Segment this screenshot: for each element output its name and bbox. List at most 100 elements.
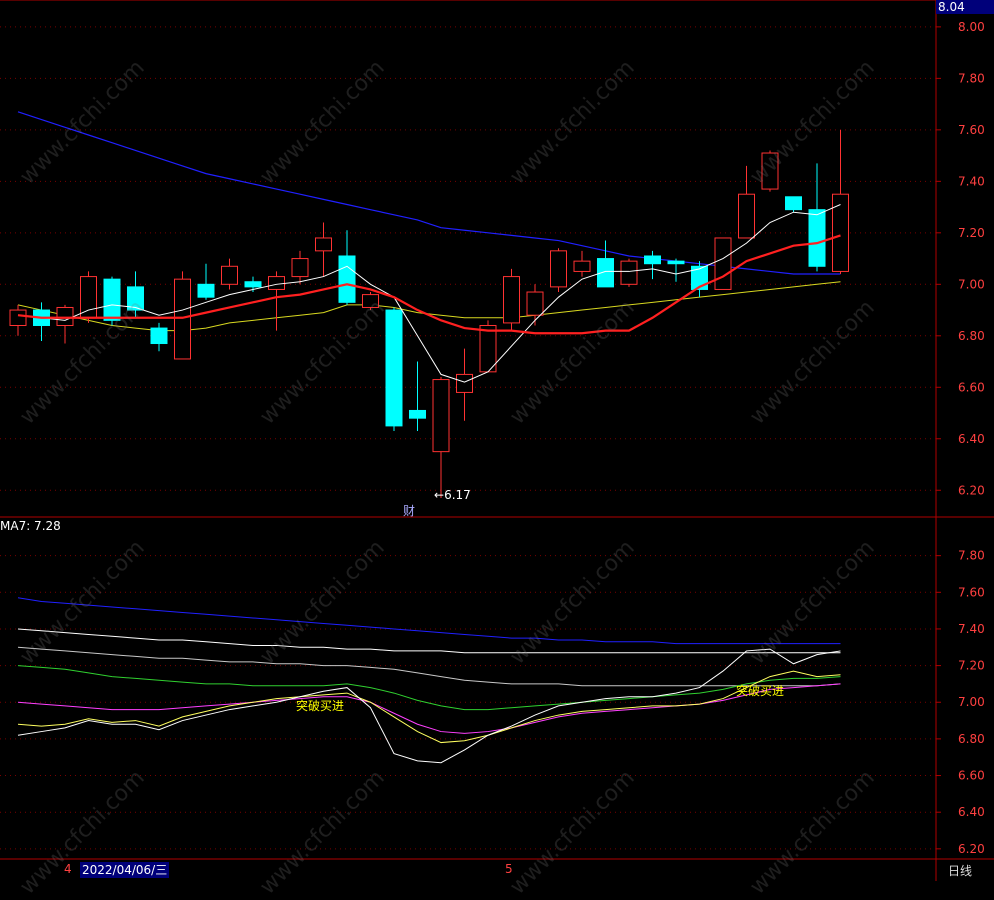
candle-up — [174, 271, 191, 360]
candle-up — [56, 304, 74, 344]
candle-body — [221, 265, 238, 285]
candle-down — [150, 322, 168, 352]
indicator-tick-label: 7.80 — [958, 549, 985, 563]
candle-up — [550, 248, 567, 293]
ma7-readout: MA7: 7.28 — [0, 519, 61, 533]
candle-body — [667, 260, 685, 265]
candle-down — [667, 258, 685, 282]
candle-body — [80, 276, 97, 319]
candle-body — [409, 409, 426, 419]
candle-body — [785, 196, 802, 211]
main-tick-label: 8.00 — [958, 20, 985, 34]
main-tick-label: 6.20 — [958, 483, 985, 497]
candle-down — [385, 307, 403, 432]
main-tick-label: 7.40 — [958, 174, 985, 188]
month-label-may: 5 — [505, 862, 513, 876]
main-tick-label: 6.60 — [958, 380, 985, 394]
cursor-date-label: 2022/04/06/三 — [80, 862, 170, 878]
low-price-value: 6.17 — [444, 488, 471, 502]
candle-up — [738, 165, 755, 239]
candle-up — [291, 250, 309, 285]
low-price-annotation: ←6.17 — [434, 488, 471, 502]
candle-body — [644, 255, 661, 265]
financial-event-marker[interactable]: 财 — [403, 502, 415, 519]
main-tick-label: 7.00 — [958, 277, 985, 291]
stock-chart[interactable]: 8.00 7.80 7.60 7.40 7.20 7.00 6.80 6.60 6.40 6.20… — [0, 0, 994, 881]
candle-body — [573, 260, 591, 272]
candle-body — [291, 258, 309, 278]
candle-body — [620, 260, 638, 285]
candle-body — [150, 327, 168, 345]
candle-up — [620, 258, 638, 287]
candle-body — [103, 278, 121, 321]
indicator-line-5 — [17, 670, 841, 744]
candle-down — [785, 196, 802, 213]
candle-up — [362, 292, 379, 311]
indicator-line-1 — [17, 628, 841, 654]
indicator-line-6 — [17, 648, 841, 764]
indicator-tick-label: 7.00 — [958, 695, 985, 709]
main-tick-label: 6.80 — [958, 329, 985, 343]
indicator-tick-label: 6.60 — [958, 769, 985, 783]
candle-up — [832, 129, 849, 275]
candle-body — [268, 276, 285, 290]
candle-body — [550, 250, 567, 288]
candle-up — [761, 150, 779, 192]
candle-body — [385, 309, 403, 427]
candle-body — [738, 193, 755, 239]
candle-down — [644, 250, 661, 280]
candle-up — [456, 348, 473, 421]
main-tick-label: 7.60 — [958, 123, 985, 137]
candle-up — [573, 250, 591, 277]
candle-down — [338, 230, 356, 305]
indicator-tick-label: 7.40 — [958, 622, 985, 636]
candle-up — [432, 376, 450, 498]
candle-down — [127, 271, 144, 318]
indicator-tick-label: 6.40 — [958, 805, 985, 819]
main-tick-label: 6.40 — [958, 432, 985, 446]
candle-up — [268, 271, 285, 331]
candle-up — [315, 222, 332, 277]
indicator-tick-label: 7.60 — [958, 585, 985, 599]
main-tick-label: 7.80 — [958, 71, 985, 85]
period-selector[interactable]: 日线 — [948, 862, 972, 879]
buy-signal-label: 突破买进 — [736, 684, 785, 698]
candle-up — [503, 268, 520, 331]
candle-body — [56, 306, 74, 326]
candle-body — [808, 209, 826, 267]
candle-up — [9, 304, 27, 336]
candle-down — [409, 361, 426, 432]
candle-down — [597, 240, 614, 288]
candle-body — [503, 276, 520, 324]
candle-body — [479, 324, 497, 373]
candle-down — [197, 263, 215, 300]
candle-up — [714, 237, 732, 290]
candle-body — [362, 294, 379, 308]
indicator-tick-label: 6.20 — [958, 842, 985, 856]
candle-body — [714, 237, 732, 290]
candle-up — [526, 284, 544, 326]
indicator-tick-label: 6.80 — [958, 732, 985, 746]
main-tick-label: 7.20 — [958, 226, 985, 240]
candle-body — [197, 283, 215, 298]
candle-up — [479, 320, 497, 373]
candle-body — [9, 309, 27, 326]
candle-body — [338, 255, 356, 303]
candle-body — [597, 258, 614, 288]
candle-body — [315, 237, 332, 252]
current-price-badge: 8.04 — [936, 0, 994, 14]
buy-signal-label: 突破买进 — [296, 699, 345, 713]
candle-body — [456, 373, 473, 393]
candle-body — [832, 193, 849, 272]
candle-body — [244, 281, 262, 288]
indicator-tick-label: 7.20 — [958, 659, 985, 673]
candle-down — [808, 163, 826, 272]
candle-body — [761, 152, 779, 190]
candle-up — [80, 271, 97, 323]
candle-down — [33, 302, 50, 341]
month-label-april: 4 — [64, 862, 72, 876]
candle-up — [221, 258, 238, 290]
indicator-line-3 — [17, 665, 841, 711]
indicator-line-0 — [17, 597, 841, 645]
candle-body — [174, 278, 191, 360]
